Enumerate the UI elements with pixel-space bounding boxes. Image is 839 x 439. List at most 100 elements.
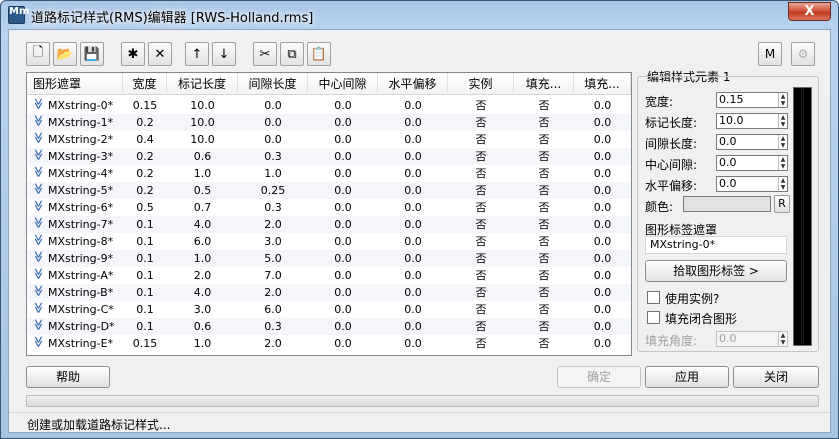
table-cell: 2.0 [264, 286, 282, 299]
mark-length-label: 标记长度: [645, 116, 698, 130]
center-gap-spinner[interactable]: 0.0 ▲ ▼ [716, 155, 788, 171]
style-list[interactable]: 图形遮罩 宽度 标记长度 间隙长度 中心间隙 水平偏移 实例 填充... 填充... ≫ MXst… [26, 72, 632, 356]
table-cell: MXstring-2* [48, 133, 114, 146]
apply-button[interactable]: 应用 [645, 366, 729, 388]
table-cell: 0.0 [593, 303, 612, 316]
column-header[interactable]: 填充... [514, 73, 574, 95]
table-cell: 0.0 [334, 150, 352, 163]
spinner-arrows-icon[interactable]: ▲ ▼ [778, 332, 787, 346]
fill-angle-spinner[interactable]: 0.0 ▲ ▼ [716, 331, 788, 347]
table-cell: 否 [538, 116, 550, 129]
table-cell: MXstring-0* [48, 99, 114, 112]
table-row[interactable]: ≫ MXstring-6* 0.5 0.7 0.3 0.0 0.0 否否 0.0 [27, 199, 631, 216]
table-row[interactable]: ≫ MXstring-C* 0.1 3.0 6.0 0.0 0.0 否否 0.0 [27, 301, 631, 318]
settings-gear-icon[interactable]: ⚙ [791, 42, 815, 66]
table-cell: 0.0 [593, 235, 612, 248]
h-offset-spinner[interactable]: 0.0 ▲ ▼ [716, 176, 788, 192]
width-spinner[interactable]: 0.15 ▲ ▼ [716, 92, 788, 108]
table-row[interactable]: ≫ MXstring-8* 0.1 6.0 3.0 0.0 0.0 否否 0.0 [27, 233, 631, 250]
column-header[interactable]: 标记长度 [167, 73, 238, 95]
table-row[interactable]: ≫ MXstring-5* 0.2 0.5 0.25 0.0 0.0 否否 0.0 [27, 182, 631, 199]
table-cell: 否 [538, 99, 550, 112]
use-instance-checkbox[interactable] [647, 291, 660, 304]
table-cell: 2.0 [264, 337, 282, 350]
fill-closed-checkbox[interactable] [647, 311, 660, 324]
gap-length-label: 间隙长度: [645, 137, 698, 151]
table-cell: 0.0 [334, 201, 352, 214]
table-cell: 否 [475, 269, 487, 282]
table-cell: 5.0 [264, 252, 282, 265]
table-cell: 0.0 [404, 320, 422, 333]
table-row[interactable]: ≫ MXstring-9* 0.1 1.0 5.0 0.0 0.0 否否 0.0 [27, 250, 631, 267]
spinner-arrows-icon[interactable]: ▲ ▼ [778, 156, 787, 170]
column-header[interactable]: 中心间隙 [308, 73, 378, 95]
save-file-button[interactable]: 💾 [80, 42, 104, 66]
mark-length-spinner[interactable]: 10.0 ▲ ▼ [716, 113, 788, 129]
delete-style-button[interactable]: ✕ [148, 42, 172, 66]
table-cell: 0.25 [260, 184, 286, 197]
use-instance-label: 使用实例? [665, 292, 720, 306]
table-row[interactable]: ≫ MXstring-7* 0.1 4.0 2.0 0.0 0.0 否否 0.0 [27, 216, 631, 233]
table-row[interactable]: ≫ MXstring-4* 0.2 1.0 1.0 0.0 0.0 否否 0.0 [27, 165, 631, 182]
spinner-arrows-icon[interactable]: ▲ ▼ [778, 135, 787, 149]
table-cell: 0.2 [136, 184, 154, 197]
column-header[interactable]: 填充... [574, 73, 631, 95]
open-file-button[interactable]: 📂 [53, 42, 77, 66]
table-cell: 7.0 [264, 269, 282, 282]
table-cell: 2.0 [264, 218, 282, 231]
table-cell: MXstring-3* [48, 150, 114, 163]
column-header[interactable]: 水平偏移 [378, 73, 448, 95]
pick-shape-button[interactable]: 拾取图形标签 > [645, 260, 787, 282]
table-row[interactable]: ≫ MXstring-B* 0.1 4.0 2.0 0.0 0.0 否否 0.0 [27, 284, 631, 301]
table-row[interactable]: ≫ MXstring-E* 0.15 1.0 2.0 0.0 0.0 否否 0.0 [27, 335, 631, 352]
window-close-button[interactable]: X [788, 2, 831, 21]
color-reset-button[interactable]: R [774, 195, 790, 213]
table-row[interactable]: ≫ MXstring-1* 0.2 10.0 0.0 0.0 0.0 否否 0.0 [27, 114, 631, 131]
column-header[interactable]: 宽度 [123, 73, 167, 95]
table-cell: 1.0 [193, 337, 212, 350]
status-bar: 创建或加载道路标记样式... [9, 412, 830, 432]
table-row[interactable]: ≫ MXstring-D* 0.1 0.6 0.3 0.0 0.0 否否 0.0 [27, 318, 631, 335]
table-cell: 否 [538, 218, 550, 231]
table-cell: 0.0 [334, 133, 352, 146]
spinner-arrows-icon[interactable]: ▲ ▼ [778, 93, 787, 107]
fill-angle-label: 填充角度: [645, 334, 698, 348]
ok-button[interactable]: 确定 [557, 366, 641, 388]
spinner-arrows-icon[interactable]: ▲ ▼ [778, 114, 787, 128]
move-up-button[interactable]: ↑ [185, 42, 209, 66]
table-row[interactable]: ≫ MXstring-A* 0.1 2.0 7.0 0.0 0.0 否否 0.0 [27, 267, 631, 284]
table-cell: 0.0 [334, 99, 352, 112]
copy-button[interactable]: ⧉ [280, 42, 304, 66]
table-row[interactable]: ≫ MXstring-2* 0.4 10.0 0.0 0.0 0.0 否否 0.0 [27, 131, 631, 148]
table-cell: 0.0 [593, 150, 612, 163]
cut-button[interactable]: ✂ [253, 42, 277, 66]
table-row[interactable]: ≫ MXstring-0* 0.15 10.0 0.0 0.0 0.0 否否 0.0 [27, 97, 631, 114]
fill-closed-label: 填充闭合图形 [665, 312, 738, 326]
table-row[interactable]: ≫ MXstring-3* 0.2 0.6 0.3 0.0 0.0 否否 0.0 [27, 148, 631, 165]
table-cell: 0.5 [193, 184, 212, 197]
h-offset-value: 0.0 [719, 177, 737, 190]
help-button[interactable]: 帮助 [26, 366, 110, 388]
title-bar[interactable]: Mm 道路标记样式(RMS)编辑器 [RWS-Holland.rms] X [1, 1, 838, 29]
move-down-button[interactable]: ↓ [212, 42, 236, 66]
shape-mask-field[interactable]: MXstring-0* [645, 236, 787, 254]
m-button[interactable]: M [758, 42, 782, 66]
close-button[interactable]: 关闭 [733, 366, 819, 388]
line-preview [793, 87, 812, 346]
column-header[interactable]: 实例 [448, 73, 514, 95]
spinner-arrows-icon[interactable]: ▲ ▼ [778, 177, 787, 191]
column-header[interactable]: 图形遮罩 [27, 73, 123, 95]
table-cell: 0.2 [136, 150, 154, 163]
center-gap-value: 0.0 [719, 156, 737, 169]
table-cell: 0.0 [593, 218, 612, 231]
new-file-button[interactable]: 🗋 [26, 42, 50, 66]
table-cell: 0.0 [593, 269, 612, 282]
table-cell: 0.0 [334, 320, 352, 333]
gap-length-spinner[interactable]: 0.0 ▲ ▼ [716, 134, 788, 150]
color-swatch[interactable] [683, 196, 771, 212]
gap-length-value: 0.0 [719, 135, 737, 148]
table-cell: 否 [538, 252, 550, 265]
paste-button[interactable]: 📋 [307, 42, 331, 66]
new-style-button[interactable]: ✱ [121, 42, 145, 66]
column-header[interactable]: 间隙长度 [238, 73, 308, 95]
